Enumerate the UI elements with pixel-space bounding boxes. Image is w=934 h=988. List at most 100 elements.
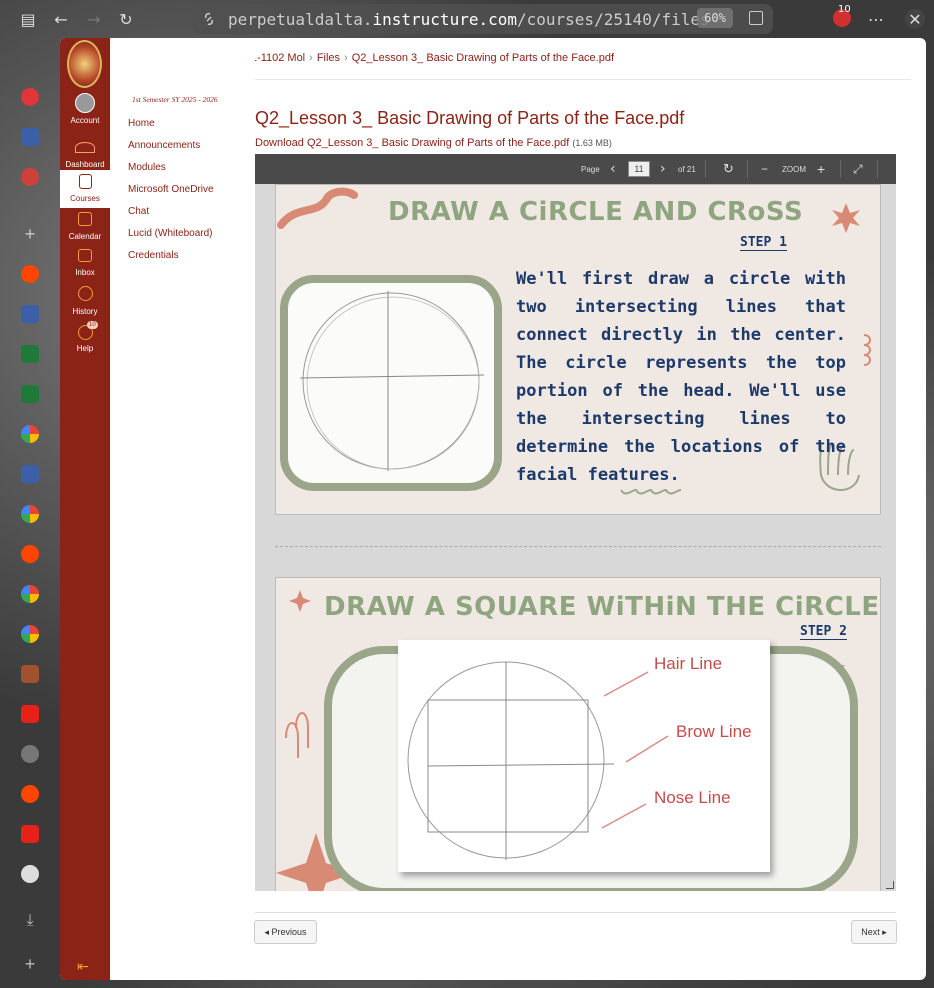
pdf-viewer[interactable]: Page ‹ 11 › of 21 ↻ − ZOOM + ⤢ DRAW A Ci… bbox=[255, 154, 896, 891]
toolbar-divider bbox=[747, 160, 748, 178]
course-nav-announcements[interactable]: Announcements bbox=[128, 140, 200, 151]
url-path: /courses/25140/files bbox=[517, 9, 710, 29]
nav-history[interactable]: History bbox=[60, 286, 110, 316]
app-tab-icon[interactable] bbox=[21, 465, 39, 483]
nav-inbox[interactable]: Inbox bbox=[60, 249, 110, 277]
footer-divider bbox=[255, 912, 896, 913]
school-logo[interactable] bbox=[67, 40, 102, 88]
add-icon[interactable]: + bbox=[21, 955, 39, 973]
calendar-icon bbox=[78, 212, 92, 226]
breadcrumb-files[interactable]: Files bbox=[317, 52, 340, 64]
course-nav-home[interactable]: Home bbox=[128, 118, 155, 129]
global-navigation: Account Dashboard Courses Calendar Inbox… bbox=[60, 38, 110, 980]
page-number-input[interactable]: 11 bbox=[628, 161, 650, 177]
reddit-icon[interactable] bbox=[21, 785, 39, 803]
course-nav-onedrive[interactable]: Microsoft OneDrive bbox=[128, 184, 214, 195]
more-menu-icon[interactable]: ⋯ bbox=[866, 9, 886, 29]
pdf-page-slide-2: DRAW A SQUARE WiTHiN THE CiRCLE STEP 2 H… bbox=[275, 577, 881, 891]
history-icon bbox=[77, 286, 93, 301]
nav-dashboard[interactable]: Dashboard bbox=[60, 138, 110, 169]
previous-button[interactable]: ◂ Previous bbox=[254, 920, 317, 944]
reader-view-icon[interactable] bbox=[749, 11, 763, 25]
nav-calendar-label: Calendar bbox=[68, 232, 102, 241]
canvas-page: Account Dashboard Courses Calendar Inbox… bbox=[60, 38, 926, 980]
course-nav-lucid[interactable]: Lucid (Whiteboard) bbox=[128, 228, 212, 239]
next-page-icon[interactable]: › bbox=[660, 154, 666, 184]
github-icon[interactable] bbox=[21, 865, 39, 883]
nav-help-label: Help bbox=[76, 344, 94, 353]
circle-cross-image-frame bbox=[280, 275, 502, 491]
resize-handle[interactable] bbox=[886, 881, 894, 889]
slide-1-step: STEP 1 bbox=[740, 235, 787, 251]
url-domain: instructure.com bbox=[372, 9, 518, 29]
next-button[interactable]: Next ▸ bbox=[851, 920, 897, 944]
toolbar-divider bbox=[877, 160, 878, 178]
hair-line-label: Hair Line bbox=[654, 654, 723, 673]
download-icon[interactable]: ⤓ bbox=[21, 912, 39, 930]
reddit-icon[interactable] bbox=[21, 545, 39, 563]
google-icon[interactable] bbox=[21, 585, 39, 603]
slide-1-body: We'll first draw a circle with two inter… bbox=[516, 269, 846, 485]
page-total: of 21 bbox=[678, 164, 696, 174]
site-info-icon[interactable] bbox=[201, 11, 217, 27]
nav-help[interactable]: 10 Help bbox=[60, 321, 110, 353]
page-separator bbox=[275, 546, 881, 547]
course-nav-credentials[interactable]: Credentials bbox=[128, 250, 179, 261]
nav-dashboard-label: Dashboard bbox=[65, 160, 105, 169]
course-nav-modules[interactable]: Modules bbox=[128, 162, 166, 173]
address-bar[interactable]: perpetualdalta. instructure.com/courses/2… bbox=[192, 4, 773, 34]
semester-label: 1st Semester SY 2025 - 2026 bbox=[132, 95, 218, 104]
google-icon[interactable] bbox=[21, 505, 39, 523]
pdf-toolbar: Page ‹ 11 › of 21 ↻ − ZOOM + ⤢ bbox=[255, 154, 896, 184]
page-label: Page bbox=[581, 164, 600, 174]
app-tab-icon[interactable] bbox=[21, 128, 39, 146]
nav-history-label: History bbox=[72, 307, 98, 316]
toolbar-divider bbox=[840, 160, 841, 178]
breadcrumb-file[interactable]: Q2_Lesson 3_ Basic Drawing of Parts of t… bbox=[352, 52, 614, 64]
brow-line-label: Brow Line bbox=[676, 722, 752, 741]
forward-arrow-icon[interactable]: → bbox=[84, 9, 104, 29]
slide-2-title: DRAW A SQUARE WiTHiN THE CiRCLE bbox=[324, 592, 880, 622]
dashboard-icon bbox=[75, 142, 95, 153]
zoom-indicator[interactable]: 60% bbox=[697, 8, 733, 28]
youtube-icon[interactable] bbox=[21, 825, 39, 843]
nav-inbox-label: Inbox bbox=[75, 268, 95, 277]
reload-icon[interactable]: ↻ bbox=[116, 9, 136, 29]
fullscreen-icon[interactable]: ⤢ bbox=[853, 154, 863, 184]
canvas-tab-icon[interactable] bbox=[21, 168, 39, 186]
inbox-icon bbox=[78, 249, 92, 262]
zoom-label: ZOOM bbox=[782, 164, 806, 174]
prev-page-icon[interactable]: ‹ bbox=[610, 154, 616, 184]
reddit-icon[interactable] bbox=[21, 265, 39, 283]
youtube-icon[interactable] bbox=[21, 705, 39, 723]
download-label: Download Q2_Lesson 3_ Basic Drawing of P… bbox=[255, 137, 570, 149]
zoom-out-icon[interactable]: − bbox=[761, 154, 768, 184]
rotate-icon[interactable]: ↻ bbox=[723, 154, 734, 184]
course-navigation: 1st Semester SY 2025 - 2026 Home Announc… bbox=[110, 38, 255, 980]
help-badge: 10 bbox=[87, 321, 98, 329]
app-tab-icon[interactable] bbox=[21, 745, 39, 763]
nav-calendar[interactable]: Calendar bbox=[60, 212, 110, 241]
extension-badge: 10 bbox=[838, 4, 851, 15]
circle-cross-sketch bbox=[299, 291, 485, 471]
sidebar-toggle-icon[interactable]: ▤ bbox=[18, 9, 38, 29]
slide-1-title: DRAW A CiRCLE AND CRoSS bbox=[388, 197, 804, 227]
app-tab-icon[interactable] bbox=[21, 305, 39, 323]
close-icon[interactable]: ✕ bbox=[905, 9, 925, 29]
course-nav-chat[interactable]: Chat bbox=[128, 206, 149, 217]
download-link[interactable]: Download Q2_Lesson 3_ Basic Drawing of P… bbox=[255, 137, 612, 149]
slide-2-step: STEP 2 bbox=[800, 624, 847, 640]
app-tab-icon[interactable] bbox=[21, 345, 39, 363]
google-icon[interactable] bbox=[21, 625, 39, 643]
app-tab-icon[interactable] bbox=[21, 665, 39, 683]
collapse-nav-icon[interactable]: ⇤ bbox=[77, 959, 89, 975]
google-icon[interactable] bbox=[21, 425, 39, 443]
new-tab-plus-icon[interactable]: + bbox=[21, 225, 39, 243]
file-size: (1.63 MB) bbox=[572, 138, 612, 148]
nav-courses[interactable]: Courses bbox=[60, 170, 110, 208]
nav-account[interactable]: Account bbox=[60, 93, 110, 125]
back-arrow-icon[interactable]: ← bbox=[51, 9, 71, 29]
app-tab-icon[interactable] bbox=[21, 385, 39, 403]
todoist-icon[interactable] bbox=[21, 88, 39, 106]
zoom-in-icon[interactable]: + bbox=[817, 154, 825, 184]
